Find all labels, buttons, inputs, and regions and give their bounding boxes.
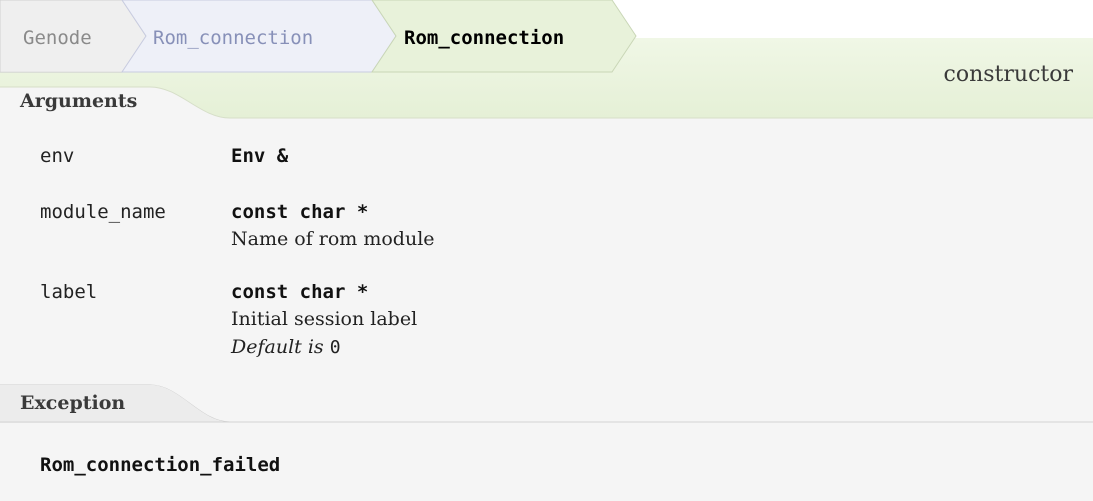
decorative-shapes — [0, 0, 1093, 501]
argument-type: const char * — [231, 201, 369, 223]
default-prefix: Default is — [231, 336, 330, 358]
argument-description: Initial session label — [231, 308, 418, 330]
exception-name: Rom_connection_failed — [40, 454, 281, 476]
member-kind-label: constructor — [943, 62, 1073, 87]
breadcrumb-item-genode[interactable]: Genode — [23, 26, 92, 50]
exception-heading: Exception — [20, 392, 126, 414]
argument-name: label — [40, 281, 98, 303]
argument-type: Env & — [231, 145, 289, 167]
argument-name: module_name — [40, 201, 166, 223]
default-value: 0 — [329, 337, 341, 358]
arguments-heading: Arguments — [20, 90, 138, 112]
argument-description: Name of rom module — [231, 228, 435, 250]
breadcrumb-item-current: Rom_connection — [404, 27, 565, 49]
argument-default: Default is 0 — [231, 336, 341, 358]
argument-name: env — [40, 145, 75, 167]
breadcrumb-item-rom-connection-class[interactable]: Rom_connection — [153, 26, 313, 50]
argument-type: const char * — [231, 281, 369, 303]
